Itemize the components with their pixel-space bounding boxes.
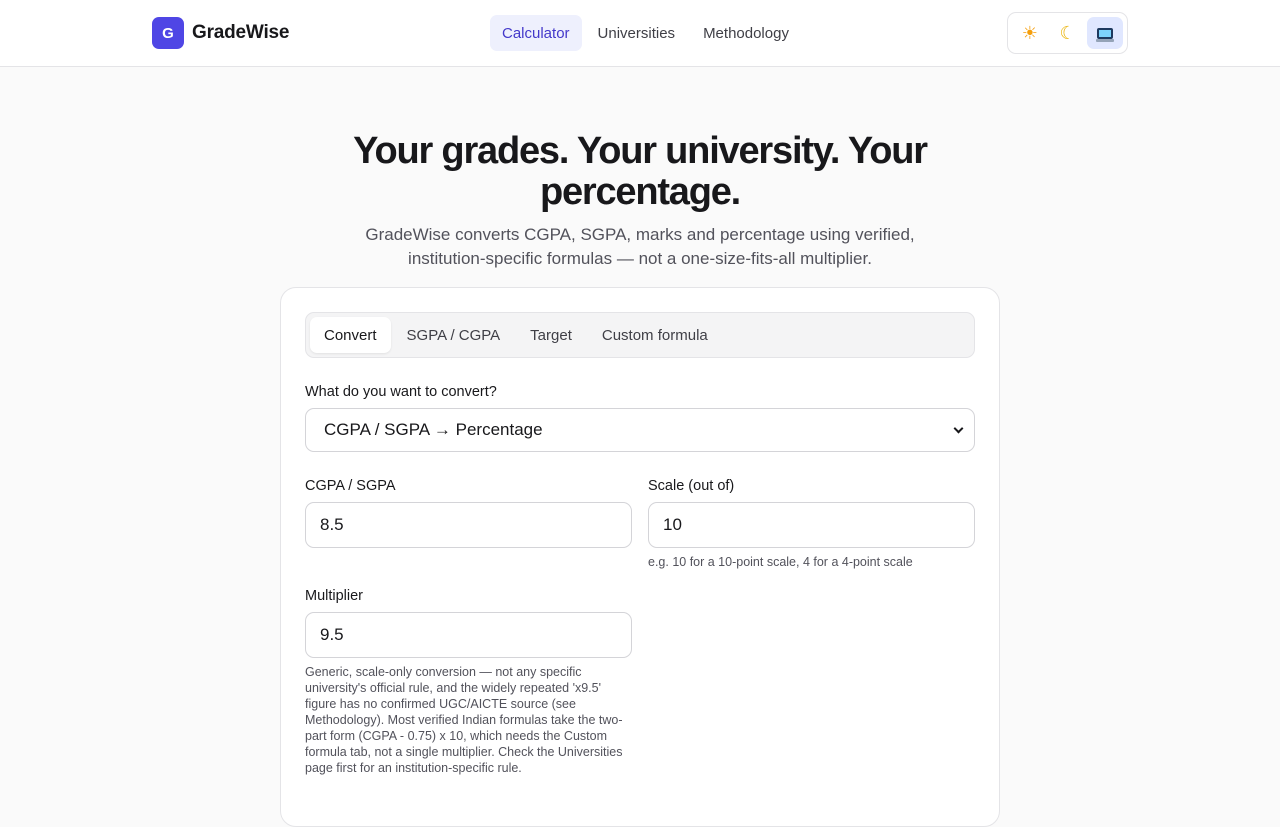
scale-label: Scale (out of) <box>648 478 735 494</box>
multiplier-hint: Generic, scale-only conversion — not any… <box>305 665 623 775</box>
theme-system-button[interactable] <box>1087 17 1124 49</box>
tab-sgpa-cgpa[interactable]: SGPA / CGPA <box>393 317 515 353</box>
theme-dark-button[interactable]: ☾ <box>1050 17 1086 49</box>
theme-light-button[interactable]: ☀ <box>1012 17 1048 49</box>
page-subtitle: GradeWise converts CGPA, SGPA, marks and… <box>365 225 915 268</box>
conversion-type-select[interactable]: CGPA / SGPA → Percentage <box>305 408 975 452</box>
moon-icon: ☾ <box>1059 22 1076 43</box>
conversion-type-value: CGPA / SGPA → Percentage <box>324 420 543 439</box>
cgpa-label: CGPA / SGPA <box>305 478 396 494</box>
main-nav: Calculator Universities Methodology <box>490 15 801 51</box>
cgpa-input[interactable] <box>305 502 632 548</box>
logo-icon: G <box>152 17 184 49</box>
tab-custom-formula[interactable]: Custom formula <box>588 317 722 353</box>
page-title: Your grades. Your university. Your perce… <box>353 130 928 213</box>
theme-switcher: ☀ ☾ <box>1007 12 1128 54</box>
tab-convert[interactable]: Convert <box>310 317 391 353</box>
monitor-icon <box>1096 27 1115 42</box>
top-navigation-bar: G GradeWise Calculator Universities Meth… <box>0 0 1280 67</box>
scale-hint: e.g. 10 for a 10-point scale, 4 for a 4-… <box>648 555 913 569</box>
multiplier-label: Multiplier <box>305 588 364 604</box>
conversion-type-label: What do you want to convert? <box>305 384 497 400</box>
calculator-tabs: Convert SGPA / CGPA Target Custom formul… <box>305 312 975 358</box>
calculator-card: Convert SGPA / CGPA Target Custom formul… <box>280 287 1000 827</box>
sun-icon: ☀ <box>1021 22 1038 43</box>
chevron-down-icon <box>953 423 964 434</box>
nav-item-calculator[interactable]: Calculator <box>490 15 582 51</box>
scale-input[interactable] <box>648 502 975 548</box>
tab-target[interactable]: Target <box>516 317 586 353</box>
nav-item-methodology[interactable]: Methodology <box>691 15 801 51</box>
nav-item-universities[interactable]: Universities <box>586 15 688 51</box>
brand-name: GradeWise <box>192 22 290 43</box>
brand[interactable]: G GradeWise <box>152 17 289 49</box>
multiplier-input[interactable] <box>305 612 632 658</box>
